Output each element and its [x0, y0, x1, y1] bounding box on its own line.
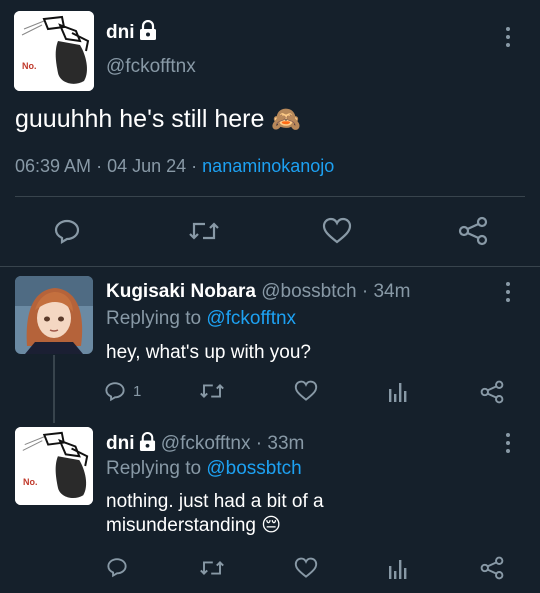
reply-button[interactable]: 1 [104, 378, 154, 404]
retweet-button[interactable] [200, 380, 224, 407]
nobara-avatar-image [15, 276, 93, 354]
share-button[interactable] [480, 556, 504, 585]
reply-avatar[interactable]: No. [15, 427, 93, 505]
reply-icon [105, 382, 125, 402]
reply-age[interactable]: 34m [373, 281, 410, 302]
tweet-date: 04 Jun 24 [107, 156, 187, 176]
retweet-button[interactable] [189, 216, 219, 246]
replying-to-handle[interactable]: @fckofftnx [206, 308, 296, 329]
reply-handle[interactable]: @bossbtch [261, 281, 356, 302]
retweet-icon [200, 384, 224, 398]
pensive-face-emoji: 😔 [261, 515, 282, 536]
reply-count: 1 [133, 382, 142, 400]
more-options-icon[interactable] [506, 282, 510, 304]
reply-icon [107, 558, 127, 578]
replying-to: Replying to @bossbtch [106, 458, 302, 480]
tweet-time: 06:39 AM [15, 156, 92, 176]
share-button[interactable] [480, 380, 504, 409]
like-button[interactable] [322, 216, 352, 246]
share-button[interactable] [458, 216, 488, 246]
replying-to-prefix: Replying to [106, 458, 202, 479]
share-icon [480, 556, 504, 580]
reply-button[interactable] [106, 556, 128, 583]
divider [0, 266, 540, 267]
avatar-label: No. [22, 61, 37, 71]
analytics-icon [389, 383, 407, 402]
avatar[interactable]: No. [14, 11, 94, 91]
spray-bottle-icon [15, 427, 93, 505]
tweet-meta: 06:39 AM · 04 Jun 24 · nanaminokanojo [15, 156, 335, 176]
lock-icon [139, 432, 155, 451]
heart-icon [322, 217, 352, 244]
tweet-text: guuuhhh he's still here 🙈 [15, 105, 301, 134]
reply-text-line: misunderstanding 😔 [106, 515, 282, 536]
author-name[interactable]: dni [106, 20, 157, 44]
replying-to-handle[interactable]: @bossbtch [206, 458, 301, 479]
tweet-body: guuuhhh he's still here [15, 105, 265, 133]
reply-button[interactable] [52, 216, 82, 246]
divider [15, 196, 525, 197]
reply-avatar[interactable] [15, 276, 93, 354]
retweet-icon [200, 561, 224, 575]
retweet-icon [189, 222, 219, 240]
replying-to: Replying to @fckofftnx [106, 308, 296, 330]
display-name: dni [106, 22, 135, 43]
share-icon [480, 380, 504, 404]
reply-text: hey, what's up with you? [106, 342, 312, 363]
spray-bottle-icon [14, 11, 94, 91]
reply-header: Kugisaki Nobara @bossbtch · 34m [106, 281, 411, 302]
author-handle[interactable]: @fckofftnx [106, 56, 196, 78]
like-button[interactable] [294, 557, 318, 584]
tweet-source[interactable]: nanaminokanojo [202, 156, 334, 176]
reply-handle[interactable]: @fckofftnx [161, 433, 251, 454]
reply-display-name[interactable]: Kugisaki Nobara [106, 281, 256, 302]
lock-icon [139, 20, 156, 40]
avatar-label: No. [23, 477, 38, 487]
replying-to-prefix: Replying to [106, 308, 202, 329]
reply-text-line: nothing. just had a bit of a [106, 491, 324, 512]
retweet-button[interactable] [200, 557, 224, 584]
reply-text: nothing. just had a bit of a misundersta… [106, 490, 324, 538]
more-options-icon[interactable] [506, 433, 510, 455]
reply-icon [54, 219, 80, 244]
reply-display-name[interactable]: dni [106, 433, 135, 454]
thread-line [53, 355, 55, 423]
see-no-evil-monkey-emoji: 🙈 [271, 106, 302, 133]
analytics-button[interactable] [388, 557, 408, 584]
like-button[interactable] [294, 380, 318, 407]
heart-icon [294, 380, 318, 401]
heart-icon [294, 557, 318, 578]
reply-age[interactable]: 33m [267, 433, 304, 454]
more-options-icon[interactable] [506, 27, 510, 49]
reply-header: dni @fckofftnx · 33m [106, 432, 305, 454]
analytics-icon [389, 560, 407, 579]
share-icon [458, 216, 488, 246]
analytics-button[interactable] [388, 380, 408, 407]
